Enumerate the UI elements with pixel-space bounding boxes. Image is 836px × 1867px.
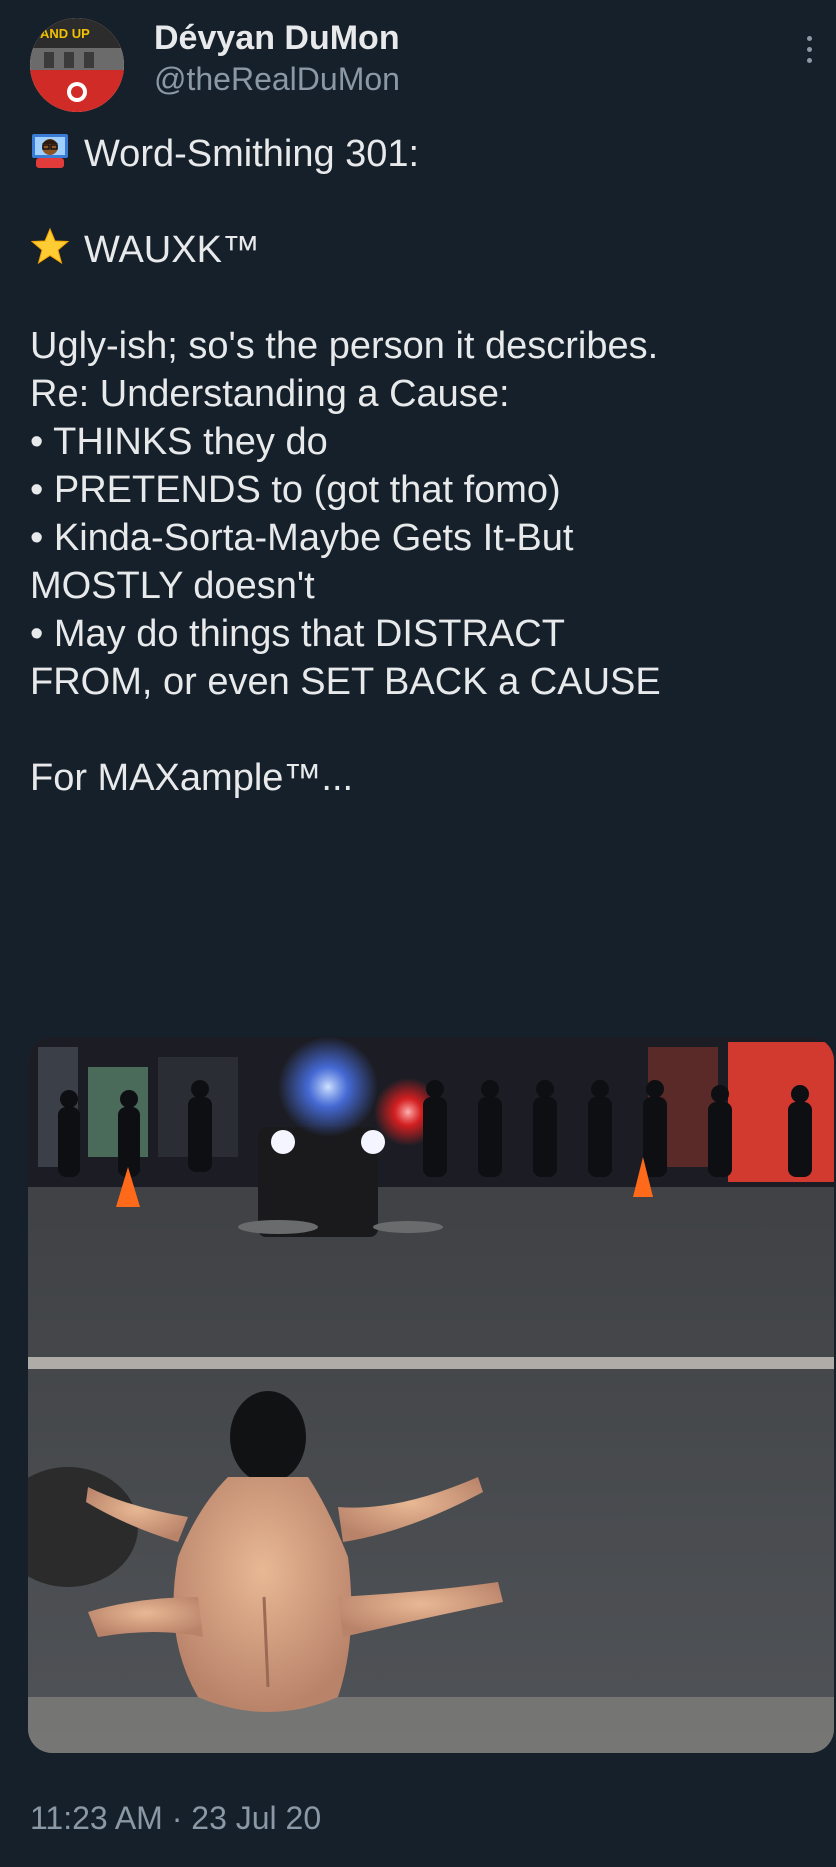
tweet-line: • THINKS they do: [30, 421, 328, 463]
tweet-line: • May do things that DISTRACT: [30, 613, 565, 655]
tweet-photo[interactable]: [28, 1037, 834, 1753]
tweet-term: WAUXK™: [84, 229, 260, 272]
tweet-line: MOSTLY doesn't: [30, 565, 315, 607]
tweet-term-line: WAUXK™: [30, 226, 836, 274]
more-options-icon[interactable]: [804, 36, 814, 76]
tweet-header: AND UP Dévyan DuMon @theRealDuMon: [30, 18, 820, 112]
tweet-closing: For MAXample™...: [30, 757, 354, 799]
display-name[interactable]: Dévyan DuMon: [154, 18, 400, 58]
tweet-heading-line: Word-Smithing 301:: [30, 130, 836, 178]
tweet-line: Re: Understanding a Cause:: [30, 373, 510, 415]
avatar[interactable]: AND UP: [30, 18, 124, 112]
tweet-line: • Kinda-Sorta-Maybe Gets It-But: [30, 517, 574, 559]
tweet-text: Word-Smithing 301: WAUXK™ Ugly-ish; so's…: [30, 130, 836, 802]
avatar-sign-text: AND UP: [40, 26, 90, 41]
author-names: Dévyan DuMon @theRealDuMon: [154, 18, 400, 100]
tweet-line: Ugly-ish; so's the person it describes.: [30, 325, 659, 367]
tweet-timestamp[interactable]: 11:23 AM · 23 Jul 20: [30, 1800, 321, 1837]
tweet-line: FROM, or even SET BACK a CAUSE: [30, 661, 661, 703]
tweet-line: • PRETENDS to (got that fomo): [30, 469, 561, 511]
man-technologist-emoji-icon: [30, 130, 70, 182]
handle[interactable]: @theRealDuMon: [154, 58, 400, 100]
tweet-heading: Word-Smithing 301:: [84, 133, 420, 176]
protest-photo-illustration: [28, 1037, 834, 1753]
star-icon: [30, 226, 70, 278]
